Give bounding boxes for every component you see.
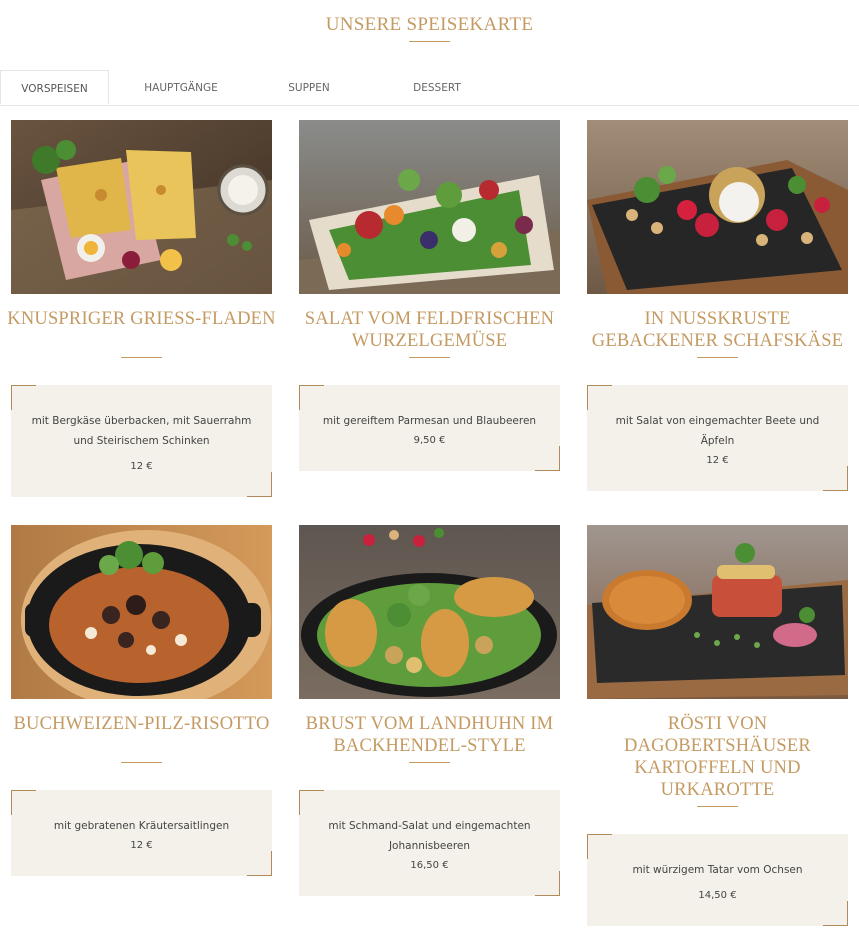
dish-title-divider — [409, 762, 450, 763]
corner-ornament-bottom-right — [535, 446, 560, 471]
dish-description: mit würzigem Tatar vom Ochsen — [632, 864, 803, 876]
dish-description: mit gereiftem Parmesan und Blaubeeren — [322, 415, 537, 427]
dish-price: 14,50 € — [698, 890, 737, 901]
dish-title-divider — [697, 357, 738, 358]
tab-vorspeisen[interactable]: VORSPEISEN — [0, 70, 109, 105]
dish-description-box: mit Bergkäse überbacken, mit Sauerrahm u… — [11, 385, 272, 497]
dish-title: SALAT VOM FELDFRISCHEN WURZELGEMÜSE — [304, 309, 555, 351]
corner-ornament-top-left — [299, 385, 324, 410]
corner-ornament-top-left — [587, 834, 612, 859]
dish-title: BRUST VOM LANDHUHN IM BACKHENDEL-STYLE — [305, 714, 554, 756]
dish-description-box: mit Schmand-Salat und eingemachten Johan… — [299, 790, 560, 896]
dish-description-box: mit gereiftem Parmesan und Blaubeeren 9,… — [299, 385, 560, 471]
dish-description: mit gebratenen Kräutersaitlingen — [53, 820, 230, 832]
dish-price: 12 € — [130, 461, 153, 472]
tab-dessert[interactable]: DESSERT — [388, 70, 486, 105]
dish-title-divider — [409, 357, 450, 358]
dish-title: RÖSTI VON DAGOBERTSHÄUSER KARTOFFELN UND… — [624, 714, 811, 800]
corner-ornament-top-left — [11, 790, 36, 815]
dish-card: RÖSTI VON DAGOBERTSHÄUSER KARTOFFELN UND… — [587, 525, 848, 928]
dish-card: BUCHWEIZEN-PILZ-RISOTTO mit gebratenen K… — [11, 525, 272, 877]
dish-card: KNUSPRIGER GRIESS-FLADEN mit Bergkäse üb… — [7, 120, 276, 498]
dish-title-divider — [697, 806, 738, 807]
tab-hauptgaenge[interactable]: HAUPTGÄNGE — [125, 70, 237, 105]
dish-title: IN NUSSKRUSTE GEBACKENER SCHAFSKÄSE — [591, 309, 844, 351]
dish-card: IN NUSSKRUSTE GEBACKENER SCHAFSKÄSE mit … — [587, 120, 848, 492]
corner-ornament-bottom-right — [247, 851, 272, 876]
dish-description: mit Salat von eingemachter Beete und Äpf… — [615, 415, 820, 447]
dish-price: 16,50 € — [410, 860, 449, 871]
tab-suppen[interactable]: SUPPEN — [263, 70, 355, 105]
dish-price: 12 € — [706, 455, 729, 466]
dish-photo-schafskaese[interactable] — [587, 120, 848, 294]
dish-photo-roesti[interactable] — [587, 525, 848, 699]
dish-photo-griess-fladen[interactable] — [11, 120, 272, 294]
dish-description: mit Bergkäse überbacken, mit Sauerrahm u… — [31, 415, 252, 447]
corner-ornament-top-left — [299, 790, 324, 815]
corner-ornament-bottom-right — [823, 466, 848, 491]
dish-photo-buchweizen-risotto[interactable] — [11, 525, 272, 699]
dish-photo-landhuhn[interactable] — [299, 525, 560, 699]
dish-price: 9,50 € — [413, 435, 446, 446]
dish-price: 12 € — [130, 840, 153, 851]
dish-photo-wurzelgemuese-salat[interactable] — [299, 120, 560, 294]
dish-card: SALAT VOM FELDFRISCHEN WURZELGEMÜSE mit … — [299, 120, 560, 472]
dish-description-box: mit gebratenen Kräutersaitlingen 12 € — [11, 790, 272, 876]
dish-title: KNUSPRIGER GRIESS-FLADEN — [7, 309, 276, 329]
dish-title-divider — [121, 762, 162, 763]
corner-ornament-top-left — [11, 385, 36, 410]
corner-ornament-top-left — [587, 385, 612, 410]
page-title: UNSERE SPEISEKARTE — [325, 14, 534, 35]
title-divider — [409, 41, 450, 42]
corner-ornament-bottom-right — [823, 901, 848, 926]
dish-card: BRUST VOM LANDHUHN IM BACKHENDEL-STYLE m… — [299, 525, 560, 897]
menu-tabs: VORSPEISEN HAUPTGÄNGE SUPPEN DESSERT — [0, 70, 859, 106]
dish-description-box: mit würzigem Tatar vom Ochsen 14,50 € — [587, 834, 848, 926]
dish-title: BUCHWEIZEN-PILZ-RISOTTO — [13, 714, 270, 734]
dish-title-divider — [121, 357, 162, 358]
corner-ornament-bottom-right — [247, 472, 272, 497]
dish-description-box: mit Salat von eingemachter Beete und Äpf… — [587, 385, 848, 491]
corner-ornament-bottom-right — [535, 871, 560, 896]
dish-description: mit Schmand-Salat und eingemachten Johan… — [328, 820, 531, 852]
